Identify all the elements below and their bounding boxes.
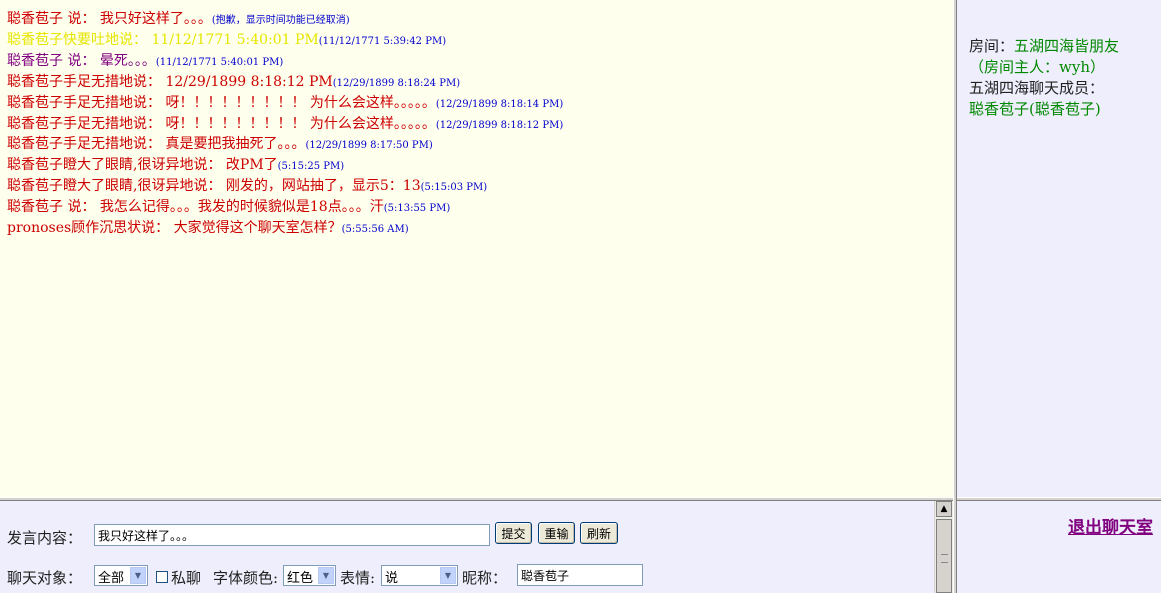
message-timestamp: (12/29/1899 8:17:50 PM): [305, 140, 433, 152]
chat-message: pronoses顾作沉思状说： 大家觉得这个聊天室怎样？(5:55:56 AM): [7, 219, 953, 240]
chat-message: 聪香苞子快要吐地说： 11/12/1771 5:40:01 PM(11/12/1…: [7, 31, 953, 52]
quit-panel: 退出聊天室: [957, 501, 1161, 593]
chat-message: 聪香苞子瞪大了眼睛,很讶异地说： 刚发的，网站抽了，显示5：13(5:15:03…: [7, 177, 953, 198]
message-text: 聪香苞子手足无措地说： 12/29/1899 8:18:12 PM: [7, 73, 333, 90]
message-timestamp: (5:15:25 PM): [277, 161, 345, 173]
room-line: 房间：五湖四海皆朋友: [969, 36, 1161, 57]
member-item[interactable]: 聪香苞子(聪香苞子): [969, 99, 1161, 120]
message-input[interactable]: [94, 524, 490, 546]
room-host: （房间主人：wyh）: [969, 58, 1105, 76]
message-text: 聪香苞子瞪大了眼睛,很讶异地说： 刚发的，网站抽了，显示5：13: [7, 178, 421, 195]
scroll-thumb[interactable]: [936, 519, 952, 593]
message-text: pronoses顾作沉思状说： 大家觉得这个聊天室怎样？: [7, 220, 342, 237]
quit-chat-link[interactable]: 退出聊天室: [1068, 513, 1153, 538]
chat-log: 聪香苞子 说： 我只好这样了。。。(抱歉，显示时间功能已经取消) 聪香苞子快要吐地…: [0, 0, 953, 497]
message-text: 聪香苞子快要吐地说： 11/12/1771 5:40:01 PM: [7, 31, 319, 48]
font-color-select[interactable]: 红色 ▼: [283, 565, 336, 586]
message-timestamp: (5:13:55 PM): [383, 203, 451, 215]
message-text: 聪香苞子瞪大了眼睛,很讶异地说： 改PM了: [7, 157, 278, 174]
private-label: 私聊: [171, 569, 202, 587]
reset-button[interactable]: 重输: [538, 522, 575, 544]
message-timestamp: (5:55:56 AM): [341, 224, 409, 236]
emotion-select[interactable]: 说 ▼: [381, 565, 458, 586]
input-form: 发言内容： 提交 重输 刷新 聊天对象： 全部 ▼ 私聊 字体颜色: 红色 ▼ …: [0, 501, 934, 593]
chat-message: 聪香苞子 说： 晕死。。。(11/12/1771 5:40:01 PM): [7, 52, 953, 73]
chat-message: 聪香苞子手足无措地说： 真是要把我抽死了。。。(12/29/1899 8:17:…: [7, 135, 953, 156]
message-timestamp: (11/12/1771 5:40:01 PM): [155, 56, 284, 68]
room-name: 五湖四海皆朋友: [1014, 37, 1120, 55]
message-text: 聪香苞子 说： 我怎么记得。。。我发的时候貌似是18点。。。汗: [7, 199, 384, 216]
message-timestamp: (12/29/1899 8:18:12 PM): [435, 119, 564, 131]
speak-label: 发言内容：: [7, 529, 83, 547]
target-label: 聊天对象：: [7, 569, 83, 587]
refresh-button[interactable]: 刷新: [580, 522, 618, 544]
nickname-label: 昵称：: [462, 569, 508, 587]
chat-message: 聪香苞子手足无措地说： 呀！！！！！！！！！ 为什么会这样。。。。。(12/29…: [7, 94, 953, 115]
nickname-input[interactable]: [517, 564, 643, 586]
font-color-label: 字体颜色:: [213, 569, 279, 587]
members-label: 五湖四海聊天成员：: [969, 79, 1105, 97]
message-text: 聪香苞子手足无措地说： 真是要把我抽死了。。。: [7, 136, 306, 153]
target-select[interactable]: 全部 ▼: [94, 565, 148, 586]
chevron-down-icon: ▼: [318, 567, 334, 584]
room-panel: 房间：五湖四海皆朋友 （房间主人：wyh） 五湖四海聊天成员： 聪香苞子(聪香苞…: [957, 0, 1161, 497]
message-text: 聪香苞子手足无措地说： 呀！！！！！！！！！ 为什么会这样。。。。。: [7, 94, 436, 111]
message-timestamp: (12/29/1899 8:18:24 PM): [332, 77, 461, 89]
chat-message: 聪香苞子瞪大了眼睛,很讶异地说： 改PM了(5:15:25 PM): [7, 156, 953, 177]
chat-message: 聪香苞子手足无措地说： 呀！！！！！！！！！ 为什么会这样。。。。。(12/29…: [7, 115, 953, 136]
message-text: 聪香苞子手足无措地说： 呀！！！！！！！！！ 为什么会这样。。。。。: [7, 115, 436, 132]
scroll-up-icon[interactable]: ▲: [936, 501, 952, 517]
target-select-value: 全部: [98, 571, 125, 586]
chevron-down-icon: ▼: [130, 567, 146, 584]
message-timestamp: (抱歉，显示时间功能已经取消): [211, 15, 350, 26]
message-list: 聪香苞子 说： 我只好这样了。。。(抱歉，显示时间功能已经取消) 聪香苞子快要吐地…: [0, 0, 953, 240]
message-text: 聪香苞子 说： 晕死。。。: [7, 52, 156, 69]
message-timestamp: (11/12/1771 5:39:42 PM): [318, 35, 447, 47]
font-color-value: 红色: [287, 571, 314, 586]
room-label: 房间：: [969, 37, 1015, 55]
chat-message: 聪香苞子 说： 我只好这样了。。。(抱歉，显示时间功能已经取消): [7, 10, 953, 31]
submit-button[interactable]: 提交: [495, 522, 532, 544]
form-scrollbar[interactable]: ▲: [934, 501, 953, 593]
chat-message: 聪香苞子 说： 我怎么记得。。。我发的时候貌似是18点。。。汗(5:13:55 …: [7, 198, 953, 219]
private-checkbox[interactable]: [156, 571, 168, 583]
emotion-value: 说: [385, 571, 399, 586]
message-timestamp: (5:15:03 PM): [420, 182, 488, 194]
message-timestamp: (12/29/1899 8:18:14 PM): [435, 98, 564, 110]
emotion-label: 表情:: [340, 569, 376, 587]
chat-message: 聪香苞子手足无措地说： 12/29/1899 8:18:12 PM(12/29/…: [7, 73, 953, 94]
message-text: 聪香苞子 说： 我只好这样了。。。: [7, 11, 212, 27]
chevron-down-icon: ▼: [440, 567, 456, 584]
